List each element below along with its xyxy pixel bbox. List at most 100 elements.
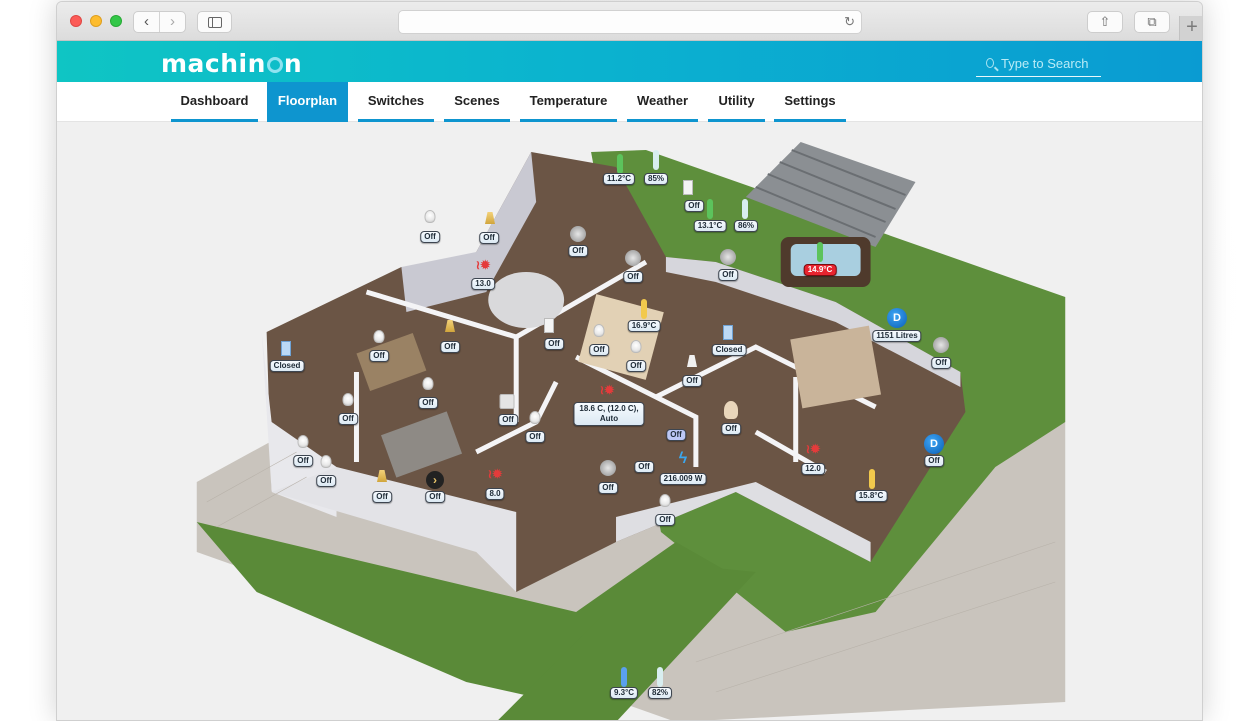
share-button[interactable]: ⇧ (1087, 11, 1123, 33)
socket-icon[interactable] (500, 394, 515, 409)
minimize-window-button[interactable] (90, 15, 102, 27)
device-badge-porch-bulb[interactable]: Off (655, 514, 675, 526)
device-badge-bathroom-light[interactable]: Off (721, 423, 741, 435)
fan-icon[interactable] (600, 460, 616, 476)
fan-icon[interactable] (933, 337, 949, 353)
device-badge-dining-bulb-1[interactable]: Off (369, 350, 389, 362)
device-badge-power-meter[interactable]: 216.009 W (660, 473, 707, 485)
bulb-icon[interactable] (660, 494, 671, 507)
heating-icon[interactable]: ≀✹ (806, 442, 821, 456)
search-input[interactable] (1001, 56, 1101, 71)
thermometer-icon[interactable] (641, 299, 647, 319)
water-meter-icon[interactable]: D (887, 308, 907, 328)
thermometer-icon[interactable] (617, 154, 623, 174)
device-badge-study-heater[interactable]: 8.0 (485, 488, 504, 500)
chevron-left-icon[interactable]: ‹ (134, 12, 159, 32)
device-badge-dining-bulb-2[interactable]: Off (418, 397, 438, 409)
device-badge-living-bulb-2[interactable]: Off (316, 475, 336, 487)
device-badge-lounge-bulb[interactable]: Off (420, 231, 440, 243)
heating-icon[interactable]: ≀✹ (476, 258, 491, 272)
wall-light-icon[interactable] (544, 318, 554, 333)
device-badge-entrance-fan[interactable]: Off (598, 482, 618, 494)
device-badge-outdoor-humidity-north[interactable]: 85% (644, 173, 668, 185)
bulb-icon[interactable] (343, 393, 354, 406)
device-badge-bedroom-temp[interactable]: 15.8°C (855, 490, 888, 502)
device-badge-hall-thermostat[interactable]: 18.6 C, (12.0 C), Auto (573, 402, 644, 426)
device-badge-lounge-heater[interactable]: 13.0 (471, 278, 495, 290)
device-badge-side-door[interactable]: Closed (270, 360, 305, 372)
bulb-icon[interactable] (425, 210, 436, 223)
device-badge-outdoor-humidity-south[interactable]: 82% (648, 687, 672, 699)
wall-light-icon[interactable] (683, 180, 693, 195)
tab-settings[interactable]: Settings (774, 82, 846, 122)
door-icon[interactable] (281, 341, 291, 356)
close-window-button[interactable] (70, 15, 82, 27)
device-badge-garden-fan-east[interactable]: Off (931, 357, 951, 369)
device-badge-kitchen-wall-light[interactable]: Off (544, 338, 564, 350)
bulb-icon[interactable] (423, 377, 434, 390)
thermometer-icon[interactable] (817, 242, 823, 262)
device-badge-lounge-fan[interactable]: Off (568, 245, 588, 257)
fan-icon[interactable] (625, 250, 641, 266)
bulb-icon[interactable] (594, 324, 605, 337)
humidity-icon[interactable] (742, 199, 748, 219)
bulb-icon[interactable] (374, 330, 385, 343)
device-badge-water-meter[interactable]: 1151 Litres (872, 330, 921, 342)
heating-icon[interactable]: ≀✹ (488, 467, 503, 481)
device-badge-kitchen-bulb-1[interactable]: Off (589, 344, 609, 356)
device-badge-hall-door[interactable]: Closed (712, 344, 747, 356)
device-badge-living-bulb-1[interactable]: Off (293, 455, 313, 467)
machinon-logo[interactable]: machinn (161, 49, 302, 78)
tab-dashboard[interactable]: Dashboard (171, 82, 258, 122)
device-badge-outdoor-humidity-garden[interactable]: 86% (734, 220, 758, 232)
device-badge-dining-bulb-3[interactable]: Off (338, 413, 358, 425)
power-icon[interactable]: ϟ (679, 450, 687, 468)
device-badge-living-lamp[interactable]: Off (372, 491, 392, 503)
bulb-icon[interactable] (530, 411, 541, 424)
thermometer-icon[interactable] (621, 667, 627, 687)
device-badge-outdoor-light-north[interactable]: Off (684, 200, 704, 212)
device-badge-kitchen-bulb-2[interactable]: Off (626, 360, 646, 372)
device-badge-bedroom-water-valve[interactable]: Off (924, 455, 944, 467)
device-badge-living-blinds[interactable]: Off (425, 491, 445, 503)
thermometer-icon[interactable] (869, 469, 875, 489)
device-badge-dining-lamp[interactable]: Off (440, 341, 460, 353)
bulb-icon[interactable] (298, 435, 309, 448)
bulb-icon[interactable] (631, 340, 642, 353)
device-badge-outdoor-temp-north[interactable]: 11.2°C (603, 173, 635, 185)
device-badge-hall-bulb[interactable]: Off (525, 431, 545, 443)
tab-utility[interactable]: Utility (708, 82, 765, 122)
blinds-icon[interactable]: › (426, 471, 444, 489)
device-badge-lounge-lamp[interactable]: Off (479, 232, 499, 244)
sidebar-toggle-button[interactable] (197, 11, 232, 33)
humidity-icon[interactable] (653, 150, 659, 170)
thermometer-icon[interactable] (707, 199, 713, 219)
tab-temperature[interactable]: Temperature (520, 82, 617, 122)
tab-scenes[interactable]: Scenes (444, 82, 510, 122)
device-badge-stairs-light[interactable]: Off (666, 429, 686, 441)
reload-icon[interactable]: ↻ (844, 14, 855, 30)
tab-weather[interactable]: Weather (627, 82, 698, 122)
fan-icon[interactable] (720, 249, 736, 265)
zoom-window-button[interactable] (110, 15, 122, 27)
humidity-icon[interactable] (657, 667, 663, 687)
device-badge-kitchen-temp[interactable]: 16.9°C (628, 320, 661, 332)
chevron-right-icon[interactable]: › (159, 12, 185, 32)
device-badge-entrance-light[interactable]: Off (634, 461, 654, 473)
thermostat-icon[interactable]: ≀✹ (600, 383, 615, 397)
device-badge-garden-fan[interactable]: Off (718, 269, 738, 281)
device-badge-bedroom-heater[interactable]: 12.0 (801, 463, 825, 475)
device-badge-outdoor-temp-garden[interactable]: 13.1°C (694, 220, 727, 232)
device-badge-utility-light[interactable]: Off (682, 375, 702, 387)
bulb-icon[interactable] (321, 455, 332, 468)
device-badge-kitchen-fan[interactable]: Off (623, 271, 643, 283)
tab-overview-button[interactable]: ⧉ (1134, 11, 1170, 33)
new-tab-button[interactable]: + (1179, 16, 1203, 41)
tab-floorplan[interactable]: Floorplan (267, 82, 348, 122)
address-bar[interactable]: ↻ (398, 10, 862, 34)
figure-icon[interactable] (724, 401, 738, 419)
device-badge-outdoor-temp-south[interactable]: 9.3°C (610, 687, 638, 699)
tab-switches[interactable]: Switches (358, 82, 434, 122)
door-icon[interactable] (723, 325, 733, 340)
water-valve-icon[interactable]: D (924, 434, 944, 454)
